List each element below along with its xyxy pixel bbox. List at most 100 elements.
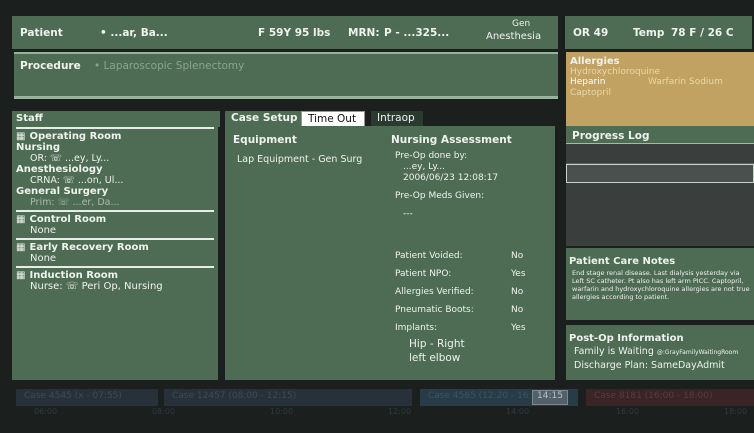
- assessment-value: No: [511, 251, 524, 261]
- post-op-panel: Post-Op Information Family is Waiting @:…: [566, 325, 754, 380]
- schedule-case[interactable]: Case 4545 (x - 07:55): [16, 389, 158, 406]
- care-notes-text: End stage renal disease. Last dialysis y…: [572, 269, 750, 301]
- allergy-item: Hydroxychloroquine: [570, 67, 661, 77]
- assessment-row: Pneumatic Boots: No: [395, 305, 545, 315]
- schedule-case[interactable]: Case 8181 (16:00 - 18:00): [586, 389, 754, 406]
- time-tick: 12:00: [388, 407, 412, 416]
- patient-label: Patient: [20, 27, 63, 39]
- anesthesia-type-top: Gen: [512, 19, 531, 29]
- control-room-value: None: [30, 225, 57, 236]
- preop-done-by: Pre-Op done by:: [395, 151, 468, 161]
- assessment-label: Allergies Verified:: [395, 287, 474, 297]
- room-icon: ▦: [16, 214, 26, 225]
- assessment-label: Implants:: [395, 323, 438, 333]
- time-tick: 08:00: [152, 407, 176, 416]
- time-tick: 18:00: [724, 407, 748, 416]
- early-recovery-label: Early Recovery Room: [29, 242, 149, 253]
- assessment-row: Patient Voided: No: [395, 251, 545, 261]
- assessment-row: Patient NPO: Yes: [395, 269, 545, 279]
- procedure-panel: Procedure • Laparoscopic Splenectomy: [14, 52, 558, 99]
- implant-item: Hip - Right: [409, 338, 465, 350]
- preop-meds-label: Pre-Op Meds Given:: [395, 191, 485, 201]
- or-staff-name: ...ey, Ly...: [64, 153, 110, 164]
- case-tabs: Case Setup Time Out Intraop: [225, 111, 555, 127]
- equipment-item: Lap Equipment - Gen Surg: [237, 154, 363, 165]
- crna-role: CRNA:: [30, 175, 60, 186]
- anesthesiology-label: Anesthesiology: [16, 164, 103, 175]
- patient-care-notes-panel: Patient Care Notes End stage renal disea…: [566, 248, 754, 320]
- general-surgery-label: General Surgery: [16, 186, 109, 197]
- tab-time-out[interactable]: Time Out: [301, 111, 366, 127]
- nursing-assessment-title: Nursing Assessment: [391, 134, 512, 146]
- implant-item: left elbow: [409, 352, 461, 364]
- or-role: OR:: [30, 153, 47, 164]
- progress-log-list[interactable]: [566, 143, 754, 246]
- equipment-title: Equipment: [233, 134, 297, 146]
- allergies-panel: Allergies Hydroxychloroquine Heparin War…: [566, 52, 754, 127]
- preop-time: 2006/06/23 12:08:17: [403, 173, 499, 183]
- discharge-plan: Discharge Plan: SameDayAdmit: [574, 360, 725, 371]
- assessment-row: Allergies Verified: No: [395, 287, 545, 297]
- assessment-label: Patient NPO:: [395, 269, 452, 279]
- allergy-item: Warfarin Sodium: [648, 77, 723, 87]
- procedure-value: • Laparoscopic Splenectomy: [94, 60, 245, 72]
- or-temp-bar: OR 49 Temp 78 F / 26 C: [565, 16, 752, 49]
- procedure-label: Procedure: [20, 60, 81, 72]
- staff-panel: ▦ Operating Room Nursing OR: ☏ ...ey, Ly…: [12, 125, 218, 380]
- case-setup-panel: Equipment Lap Equipment - Gen Surg Nursi…: [225, 126, 555, 380]
- assessment-value: Yes: [511, 269, 526, 279]
- preop-name: ...ey, Ly...: [403, 162, 445, 172]
- assessment-label: Patient Voided:: [395, 251, 463, 261]
- induction-room-label: Induction Room: [29, 270, 119, 281]
- nursing-label: Nursing: [16, 142, 61, 153]
- patient-demographics: F 59Y 95 lbs: [258, 27, 331, 39]
- tab-case-setup[interactable]: Case Setup: [225, 111, 306, 127]
- nurse-role: Nurse:: [30, 281, 63, 292]
- assessment-value: No: [511, 305, 524, 315]
- room-icon: ▦: [16, 131, 26, 142]
- assessment-label: Pneumatic Boots:: [395, 305, 474, 315]
- time-tick: 10:00: [270, 407, 294, 416]
- schedule-case[interactable]: Case 12457 (08:00 - 12:15): [164, 389, 412, 406]
- time-tick: 14:00: [506, 407, 530, 416]
- room-icon: ▦: [16, 242, 26, 253]
- assessment-value: Yes: [511, 323, 526, 333]
- phone-icon[interactable]: ☏: [58, 197, 70, 208]
- time-tick: 06:00: [34, 407, 58, 416]
- progress-log-title: Progress Log: [572, 130, 650, 142]
- phone-icon[interactable]: ☏: [66, 281, 79, 292]
- preop-meds-value: ---: [403, 209, 413, 219]
- family-status: Family is Waiting: [574, 346, 654, 357]
- tab-intraop[interactable]: Intraop: [371, 111, 423, 127]
- mrn-value: P - ...325...: [384, 27, 450, 39]
- allergy-item: Heparin: [570, 77, 606, 87]
- operating-room-label: Operating Room: [29, 131, 122, 142]
- prim-staff-name: ...er, Da...: [72, 197, 120, 208]
- allergies-title: Allergies: [570, 56, 620, 67]
- early-recovery-value: None: [30, 253, 57, 264]
- family-location: @:GrayFamilyWaitingRoom: [656, 349, 739, 356]
- phone-icon[interactable]: ☏: [50, 153, 62, 164]
- room-icon: ▦: [16, 270, 26, 281]
- allergy-item: Captopril: [570, 88, 611, 98]
- prim-role: Prim:: [30, 197, 55, 208]
- schedule-timeline: Case 4545 (x - 07:55) Case 12457 (08:00 …: [14, 389, 754, 417]
- nurse-name: Peri Op, Nursing: [81, 281, 163, 292]
- time-tick: 16:00: [616, 407, 640, 416]
- control-room-label: Control Room: [29, 214, 107, 225]
- progress-log-panel: Progress Log: [566, 126, 754, 246]
- assessment-value: No: [511, 287, 524, 297]
- or-number: OR 49: [573, 27, 609, 39]
- temp-value: 78 F / 26 C: [671, 27, 734, 39]
- phone-icon[interactable]: ☏: [63, 175, 75, 186]
- anesthesia-type-bottom: Anesthesia: [486, 31, 542, 42]
- crna-staff-name: ...on, Ul...: [77, 175, 124, 186]
- current-time-marker: 14:15: [532, 390, 568, 405]
- post-op-title: Post-Op Information: [569, 333, 684, 344]
- patient-header: Patient • ...ar, Ba... F 59Y 95 lbs MRN:…: [12, 16, 558, 49]
- temp-label: Temp: [633, 27, 665, 39]
- assessment-row: Implants: Yes: [395, 323, 545, 333]
- care-notes-title: Patient Care Notes: [569, 256, 676, 267]
- patient-name: • ...ar, Ba...: [100, 27, 168, 39]
- mrn-label: MRN:: [348, 27, 380, 39]
